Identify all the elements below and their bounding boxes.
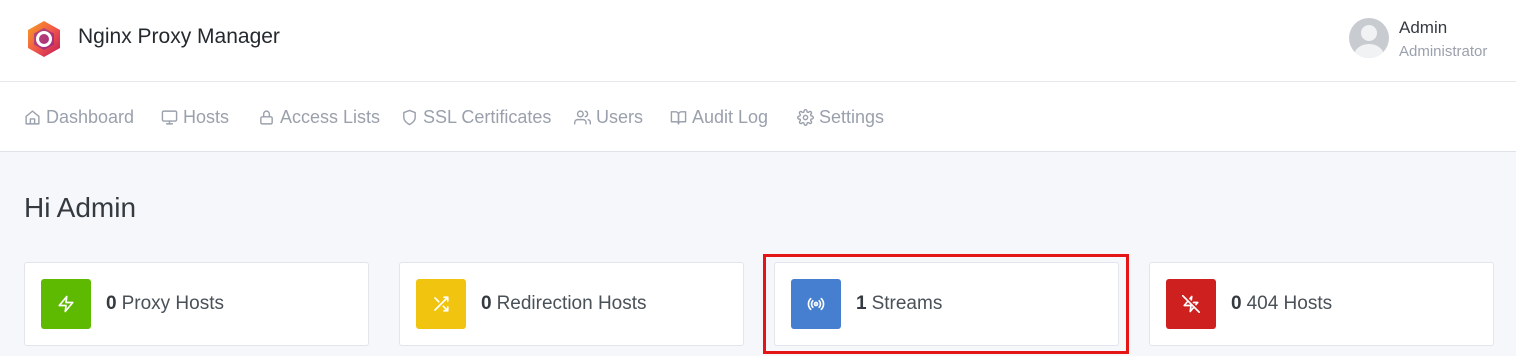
nav-item-label: Audit Log (692, 106, 769, 127)
user-avatar-icon (1354, 25, 1384, 58)
nav-item-label: SSL Certificates (423, 106, 552, 127)
nav-item-label: Users (596, 106, 644, 127)
zap-icon (58, 295, 74, 313)
avatar[interactable] (1349, 18, 1389, 58)
monitor-icon (161, 109, 178, 125)
home-icon (25, 109, 40, 125)
book-icon (670, 110, 687, 125)
stat-card-proxy-hosts[interactable]: 0 Proxy Hosts (24, 262, 369, 346)
nav-item-users[interactable]: Users (574, 82, 643, 152)
shield-icon (403, 109, 416, 125)
nav-item-label: Settings (819, 106, 885, 127)
gear-icon (797, 108, 814, 126)
nav-item-settings[interactable]: Settings (797, 82, 884, 152)
stat-text: 0 Redirection Hosts (481, 293, 647, 315)
nav-item-label: Access Lists (280, 106, 381, 127)
lock-icon (260, 109, 273, 125)
zap-off-icon (1182, 295, 1200, 313)
users-icon (574, 109, 591, 125)
annotation-highlight-box (763, 254, 1129, 354)
nav-item-dashboard[interactable]: Dashboard (24, 82, 134, 152)
stat-text: 0 Proxy Hosts (106, 293, 224, 315)
stat-badge (416, 279, 466, 329)
top-header: Nginx Proxy Manager Admin Administrator (0, 0, 1516, 82)
stat-text: 0 404 Hosts (1231, 293, 1332, 315)
nav-item-label: Dashboard (46, 106, 135, 127)
stat-label: Redirection Hosts (496, 293, 647, 314)
stat-count: 0 (1231, 293, 1242, 314)
nav-item-ssl-certificates[interactable]: SSL Certificates (401, 82, 551, 152)
nginx-proxy-manager-logo[interactable] (26, 20, 62, 58)
stat-card-redirection-hosts[interactable]: 0 Redirection Hosts (399, 262, 744, 346)
nav-item-label: Hosts (183, 106, 230, 127)
user-role: Administrator (1399, 43, 1488, 60)
user-name[interactable]: Admin (1399, 18, 1447, 38)
stat-badge (41, 279, 91, 329)
stat-label: Proxy Hosts (121, 293, 224, 314)
nav-item-audit-log[interactable]: Audit Log (670, 82, 768, 152)
main-nav: Dashboard Hosts Access Lists SSL Certifi… (0, 82, 1516, 152)
shuffle-icon (434, 296, 449, 312)
stat-badge (1166, 279, 1216, 329)
stat-count: 0 (481, 293, 492, 314)
app-title[interactable]: Nginx Proxy Manager (78, 24, 280, 50)
nav-item-access-lists[interactable]: Access Lists (258, 82, 380, 152)
stat-card-404-hosts[interactable]: 0 404 Hosts (1149, 262, 1494, 346)
nav-item-hosts[interactable]: Hosts (161, 82, 229, 152)
page-title: Hi Admin (24, 192, 137, 223)
stat-count: 0 (106, 293, 117, 314)
stat-label: 404 Hosts (1246, 293, 1333, 314)
